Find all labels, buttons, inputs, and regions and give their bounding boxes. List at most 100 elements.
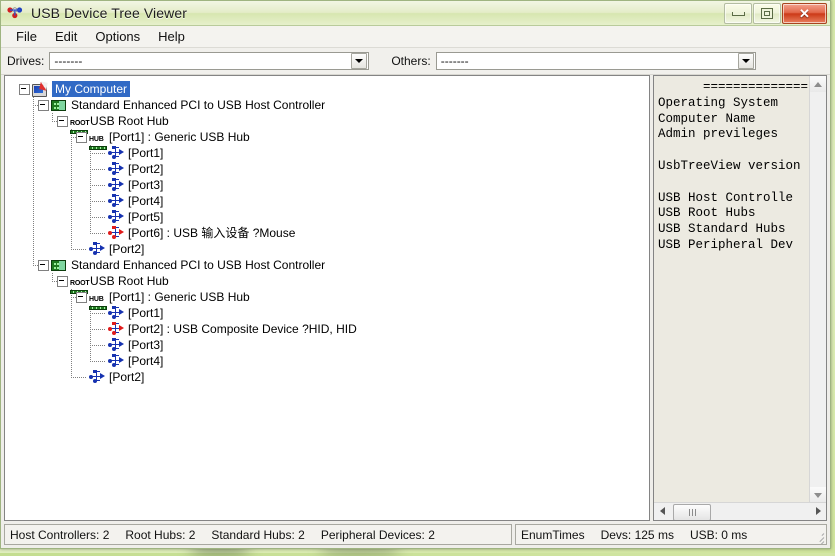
tree-node[interactable]: My Computer — [5, 81, 649, 97]
tree-connector — [90, 217, 106, 218]
device-tree-panel[interactable]: My Computer Standard Enhanced PCI to USB … — [4, 75, 650, 521]
info-horizontal-scrollbar[interactable] — [654, 502, 826, 520]
tree-node-label: Standard Enhanced PCI to USB Host Contro… — [71, 98, 326, 112]
status-enumtimes-label: EnumTimes — [521, 527, 585, 542]
menu-item-options[interactable]: Options — [86, 27, 149, 46]
my-computer-icon — [32, 81, 48, 97]
chevron-down-icon[interactable] — [351, 53, 368, 69]
tree-node[interactable]: [Port1] — [5, 145, 649, 161]
status-enum-times: EnumTimes Devs: 125 ms USB: 0 ms — [515, 524, 827, 545]
tree-node[interactable]: [Port2] — [5, 161, 649, 177]
tree-node[interactable]: Standard Enhanced PCI to USB Host Contro… — [5, 97, 649, 113]
device-tree[interactable]: My Computer Standard Enhanced PCI to USB … — [5, 81, 649, 385]
tree-node[interactable]: [Port4] — [5, 193, 649, 209]
tree-expander[interactable] — [76, 292, 87, 303]
close-icon: ✕ — [799, 6, 810, 21]
filter-toolbar: Drives: ------- Others: ------- — [1, 48, 830, 75]
tree-node[interactable]: [Port1] — [5, 305, 649, 321]
scroll-down-icon[interactable] — [810, 487, 826, 503]
tree-connector — [71, 377, 87, 378]
host-controller-icon — [51, 98, 67, 112]
horizontal-scroll-thumb[interactable] — [673, 504, 711, 520]
usb-port-empty-icon — [108, 194, 124, 207]
tree-connector — [90, 361, 106, 362]
title-bar[interactable]: USB Device Tree Viewer ✕ — [1, 1, 830, 26]
info-panel[interactable]: ============== Operating System Computer… — [653, 75, 827, 521]
status-standard-hubs: Standard Hubs: 2 — [211, 527, 305, 542]
tree-node[interactable]: ROOT USB Root Hub — [5, 113, 649, 134]
tree-node[interactable]: [Port2] — [5, 241, 649, 257]
tree-node-label: [Port2] — [128, 162, 164, 176]
menu-item-edit[interactable]: Edit — [46, 27, 86, 46]
standard-hub-icon: HUB — [89, 129, 107, 150]
usb-port-empty-icon — [108, 338, 124, 351]
scroll-left-icon[interactable] — [654, 503, 670, 519]
tree-node[interactable]: [Port5] — [5, 209, 649, 225]
root-hub-icon: ROOT — [70, 113, 90, 134]
tree-node-label: [Port5] — [128, 210, 164, 224]
tree-node-label: [Port2] — [109, 370, 145, 384]
tree-node-label: USB Root Hub — [90, 274, 169, 288]
info-text: ============== Operating System Computer… — [658, 80, 809, 252]
close-button[interactable]: ✕ — [782, 3, 827, 24]
tree-node[interactable]: [Port2] : USB Composite Device ?HID, HID — [5, 321, 649, 337]
tree-node-label: [Port2] : USB Composite Device ?HID, HID — [128, 322, 357, 336]
content-area: My Computer Standard Enhanced PCI to USB … — [4, 75, 827, 521]
minimize-button[interactable] — [724, 3, 752, 24]
tree-node-label: [Port1] — [128, 146, 164, 160]
tree-node-label: [Port1] : Generic USB Hub — [109, 290, 250, 304]
others-value: ------- — [440, 54, 469, 68]
usb-port-empty-icon — [108, 162, 124, 175]
usb-logo-icon — [6, 5, 24, 21]
drives-label: Drives: — [7, 54, 45, 68]
info-vertical-scrollbar[interactable] — [809, 76, 826, 503]
tree-node[interactable]: ROOT USB Root Hub — [5, 273, 649, 294]
tree-connector — [90, 169, 106, 170]
tree-node-label: [Port2] — [109, 242, 145, 256]
minimize-icon — [731, 11, 745, 16]
maximize-button[interactable] — [753, 3, 781, 24]
usb-port-empty-icon — [108, 178, 124, 191]
window-controls: ✕ — [724, 3, 827, 24]
root-hub-icon: ROOT — [70, 273, 90, 294]
tree-connector — [71, 249, 87, 250]
menu-item-help[interactable]: Help — [149, 27, 194, 46]
main-window: USB Device Tree Viewer ✕ File Edit Optio… — [0, 0, 831, 549]
menu-item-file[interactable]: File — [7, 27, 46, 46]
tree-node-label: My Computer — [52, 81, 131, 97]
window-title: USB Device Tree Viewer — [31, 5, 188, 21]
tree-connector — [90, 201, 106, 202]
drives-value: ------- — [54, 54, 83, 68]
scroll-right-icon[interactable] — [810, 503, 826, 519]
tree-expander[interactable] — [76, 132, 87, 143]
drives-combobox[interactable]: ------- — [49, 52, 370, 70]
tree-node-label: [Port4] — [128, 354, 164, 368]
tree-node[interactable]: HUB [Port1] : Generic USB Hub — [5, 129, 649, 150]
resize-grip-icon[interactable] — [812, 531, 825, 544]
status-root-hubs: Root Hubs: 2 — [125, 527, 196, 542]
tree-expander[interactable] — [57, 116, 68, 127]
tree-node-label: [Port4] — [128, 194, 164, 208]
tree-node[interactable]: [Port3] — [5, 337, 649, 353]
usb-port-connected-icon — [108, 322, 124, 335]
tree-node-label: USB Root Hub — [90, 114, 169, 128]
status-counts: Host Controllers: 2 Root Hubs: 2 Standar… — [4, 524, 512, 545]
tree-expander[interactable] — [38, 260, 49, 271]
tree-node[interactable]: [Port6] : USB 输入设备 ?Mouse — [5, 225, 649, 241]
status-usb-time: USB: 0 ms — [689, 527, 748, 542]
usb-port-connected-icon — [108, 226, 124, 239]
tree-expander[interactable] — [19, 84, 30, 95]
tree-node[interactable]: Standard Enhanced PCI to USB Host Contro… — [5, 257, 649, 273]
tree-node[interactable]: [Port4] — [5, 353, 649, 369]
tree-node[interactable]: HUB [Port1] : Generic USB Hub — [5, 289, 649, 310]
others-combobox[interactable]: ------- — [435, 52, 756, 70]
scroll-up-icon[interactable] — [810, 76, 826, 92]
tree-node-label: [Port3] — [128, 178, 164, 192]
host-controller-icon — [51, 258, 67, 272]
status-devs-time: Devs: 125 ms — [600, 527, 674, 542]
tree-node[interactable]: [Port2] — [5, 369, 649, 385]
tree-expander[interactable] — [38, 100, 49, 111]
tree-expander[interactable] — [57, 276, 68, 287]
tree-node[interactable]: [Port3] — [5, 177, 649, 193]
chevron-down-icon[interactable] — [737, 53, 754, 69]
